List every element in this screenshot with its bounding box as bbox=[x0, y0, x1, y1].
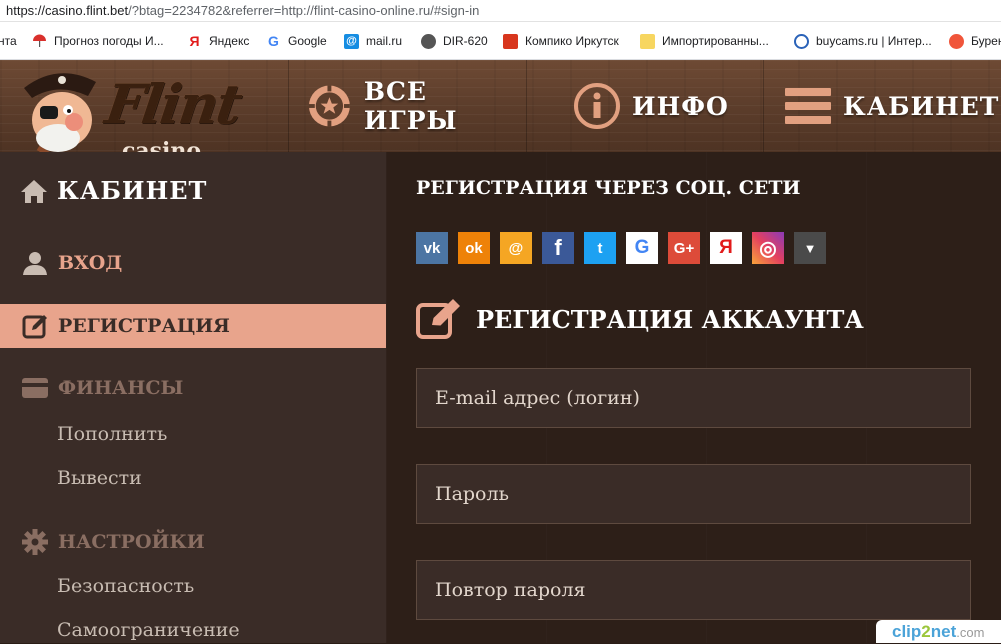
google-icon: G bbox=[634, 237, 650, 258]
circle-icon bbox=[949, 33, 964, 49]
social-register-title: РЕГИСТРАЦИЯ ЧЕРЕЗ СОЦ. СЕТИ bbox=[416, 177, 801, 199]
more-login-button[interactable]: ▼ bbox=[794, 232, 826, 264]
password-repeat-field[interactable] bbox=[416, 560, 971, 620]
sidebar-title: КАБИНЕТ bbox=[20, 176, 207, 205]
sidebar-item-withdraw[interactable]: Вывести bbox=[57, 467, 142, 489]
sidebar-item-self-limit[interactable]: Самоограничение bbox=[57, 619, 240, 641]
sidebar-section-settings: НАСТРОЙКИ bbox=[22, 529, 205, 555]
bookmark-item[interactable]: нта bbox=[0, 33, 17, 49]
yandex-login-button[interactable]: Я bbox=[710, 232, 742, 264]
user-icon bbox=[23, 252, 47, 275]
sidebar-section-finances: ФИНАНСЫ bbox=[22, 377, 183, 399]
sidebar-section-finances-label: ФИНАНСЫ bbox=[58, 377, 184, 399]
bookmark-label: Бурен bbox=[971, 34, 1001, 48]
edit-icon bbox=[22, 315, 47, 339]
edit-icon bbox=[416, 299, 460, 339]
casino-chip-icon bbox=[308, 85, 350, 127]
umbrella-icon bbox=[32, 34, 47, 49]
globe-icon bbox=[421, 33, 436, 49]
site-icon bbox=[794, 33, 809, 49]
yandex-icon: Я bbox=[189, 33, 200, 49]
nav-cabinet-label: КАБИНЕТ bbox=[843, 91, 1000, 121]
computer-icon bbox=[503, 33, 518, 49]
watermark-part: .com bbox=[956, 625, 985, 640]
mail-at-icon: @ bbox=[344, 33, 359, 49]
address-bar[interactable]: https://casino.flint.bet/?btag=2234782&r… bbox=[0, 0, 1001, 22]
mailru-login-button[interactable]: @ bbox=[500, 232, 532, 264]
bookmark-label: mail.ru bbox=[366, 34, 403, 48]
bookmark-label: Яндекс bbox=[209, 34, 250, 48]
register-title-icon bbox=[416, 297, 462, 343]
email-field[interactable] bbox=[416, 368, 971, 428]
sidebar-item-security[interactable]: Безопасность bbox=[57, 575, 194, 597]
twitter-icon: t bbox=[597, 239, 603, 257]
sidebar-item-register-label: РЕГИСТРАЦИЯ bbox=[58, 315, 230, 337]
credit-card-icon bbox=[22, 378, 48, 398]
bookmark-item[interactable]: Я Яндекс bbox=[187, 33, 249, 49]
vk-login-button[interactable]: vk bbox=[416, 232, 448, 264]
bookmark-label: Прогноз погоды И... bbox=[54, 34, 164, 48]
folder-icon bbox=[640, 33, 655, 49]
bookmark-label: Google bbox=[288, 34, 327, 48]
bookmark-label: Импортированны... bbox=[662, 34, 769, 48]
watermark: clip2net.com bbox=[876, 620, 1001, 643]
bookmark-label: нта bbox=[0, 34, 17, 48]
twitter-login-button[interactable]: t bbox=[584, 232, 616, 264]
nav-all-games-label: ВСЕ ИГРЫ bbox=[363, 77, 458, 135]
google-icon: G bbox=[268, 33, 279, 49]
googleplus-login-button[interactable]: G+ bbox=[668, 232, 700, 264]
bookmark-item[interactable]: DIR-620 bbox=[421, 33, 488, 49]
bookmark-item[interactable]: G Google bbox=[266, 33, 327, 49]
bookmark-label: DIR-620 bbox=[443, 34, 488, 48]
sidebar-item-login[interactable]: ВХОД bbox=[22, 250, 122, 276]
mailru-icon: @ bbox=[508, 239, 524, 257]
bookmark-item[interactable]: @ mail.ru bbox=[344, 33, 402, 49]
site-logo[interactable]: Flint casino bbox=[18, 60, 268, 165]
bookmark-label: Компико Иркутск bbox=[525, 34, 619, 48]
info-icon bbox=[574, 83, 620, 129]
instagram-login-button[interactable]: ◎ bbox=[752, 232, 784, 264]
watermark-part: 2 bbox=[921, 622, 931, 641]
nav-info[interactable]: ИНФО bbox=[526, 60, 763, 152]
vk-icon: vk bbox=[423, 239, 441, 257]
nav-info-label: ИНФО bbox=[632, 91, 729, 121]
url-host: https://casino.flint.bet bbox=[6, 3, 129, 18]
bookmark-item[interactable]: Прогноз погоды И... bbox=[32, 33, 164, 49]
register-account-title: РЕГИСТРАЦИЯ АККАУНТА bbox=[476, 305, 864, 334]
googleplus-icon: G+ bbox=[673, 239, 695, 257]
bookmark-item[interactable]: Бурен bbox=[949, 33, 1001, 49]
facebook-icon: f bbox=[554, 235, 562, 260]
home-icon bbox=[21, 179, 47, 203]
watermark-part: net bbox=[930, 622, 957, 641]
sidebar-item-register[interactable]: РЕГИСТРАЦИЯ bbox=[22, 313, 230, 339]
sidebar-section-settings-label: НАСТРОЙКИ bbox=[58, 531, 205, 553]
odnoklassniki-login-button[interactable]: ok bbox=[458, 232, 490, 264]
watermark-part: clip bbox=[892, 622, 922, 641]
url-path: /?btag=2234782&referrer=http://flint-cas… bbox=[128, 3, 480, 18]
facebook-login-button[interactable]: f bbox=[542, 232, 574, 264]
nav-all-games[interactable]: ВСЕ ИГРЫ bbox=[288, 60, 526, 152]
sidebar-item-login-label: ВХОД bbox=[58, 252, 123, 274]
bookmark-item[interactable]: buycams.ru | Интер... bbox=[794, 33, 932, 49]
bookmarks-bar: нта Прогноз погоды И... Я Яндекс G Googl… bbox=[0, 22, 1001, 60]
nav-cabinet[interactable]: КАБИНЕТ bbox=[763, 60, 1001, 152]
logo-brand: Flint bbox=[101, 72, 245, 136]
password-field[interactable] bbox=[416, 464, 971, 524]
gear-icon bbox=[22, 529, 48, 555]
bookmark-label: buycams.ru | Интер... bbox=[816, 34, 932, 48]
bookmark-item[interactable]: Импортированны... bbox=[640, 33, 769, 49]
instagram-icon: ◎ bbox=[759, 237, 777, 260]
bookmark-item[interactable]: Компико Иркутск bbox=[503, 33, 619, 49]
more-icon: ▼ bbox=[803, 240, 817, 256]
yandex-icon: Я bbox=[719, 237, 733, 258]
google-login-button[interactable]: G bbox=[626, 232, 658, 264]
hamburger-menu-icon bbox=[785, 88, 831, 124]
sidebar-title-label: КАБИНЕТ bbox=[57, 176, 208, 205]
sidebar-item-deposit[interactable]: Пополнить bbox=[57, 423, 167, 445]
odnoklassniki-icon: ok bbox=[465, 239, 483, 257]
